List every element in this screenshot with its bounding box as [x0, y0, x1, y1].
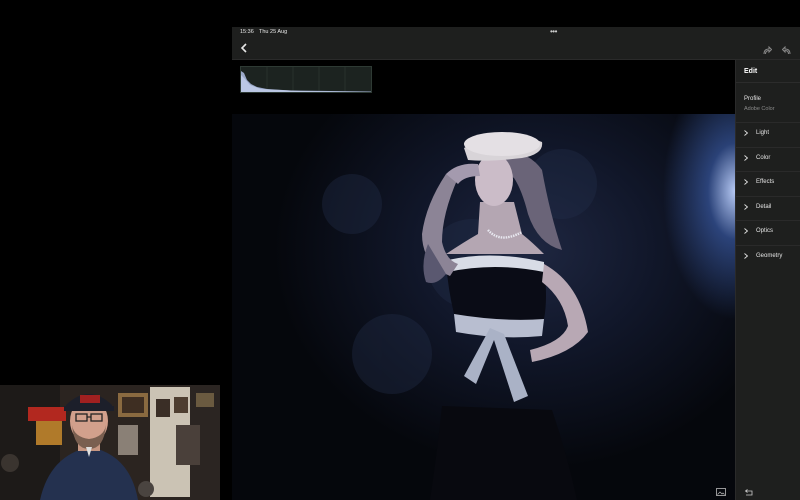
lightroom-app-window: 15:36 Thu 25 Aug ••• Edit Profile Adobe … — [232, 27, 800, 500]
panel-title: Edit — [744, 68, 758, 75]
edit-sections-list: Light Color Effects Detail Optics Geomet… — [736, 122, 800, 269]
section-light[interactable]: Light — [736, 122, 800, 147]
section-label: Light — [756, 130, 770, 136]
section-geometry[interactable]: Geometry — [736, 244, 800, 270]
status-date: Thu 25 Aug — [259, 29, 288, 35]
profile-value[interactable]: Adobe Color — [744, 106, 775, 112]
multitask-dots[interactable]: ••• — [550, 27, 557, 36]
undo-button[interactable] — [781, 43, 792, 55]
ipad-status-bar: 15:36 Thu 25 Aug ••• — [232, 27, 800, 38]
chevron-left-icon — [240, 43, 247, 53]
chevron-right-icon — [744, 203, 748, 210]
portrait-photo-image — [322, 132, 597, 500]
edited-photo[interactable] — [232, 114, 735, 500]
redo-icon — [763, 45, 773, 55]
section-label: Color — [756, 154, 771, 161]
back-button[interactable] — [237, 41, 251, 55]
chevron-right-icon — [744, 228, 748, 234]
section-label: Effects — [756, 179, 775, 185]
section-color[interactable]: Color — [736, 146, 800, 172]
histogram — [240, 66, 372, 93]
redo-button[interactable] — [762, 43, 773, 55]
photo-canvas[interactable] — [232, 60, 735, 500]
panel-divider — [736, 82, 800, 83]
reset-button[interactable] — [744, 484, 754, 496]
section-label: Detail — [756, 203, 772, 210]
histogram-graph — [241, 67, 371, 92]
undo-icon — [781, 45, 791, 55]
chevron-right-icon — [744, 179, 748, 185]
webcam-overlay — [0, 385, 220, 500]
undo-reset-icon — [744, 489, 753, 496]
chevron-right-icon — [744, 154, 748, 161]
loupe-view-button[interactable] — [716, 483, 726, 496]
section-detail[interactable]: Detail — [736, 195, 800, 221]
webcam-feed-image — [0, 385, 220, 500]
image-icon — [716, 488, 726, 496]
chevron-right-icon — [744, 252, 748, 259]
profile-label[interactable]: Profile — [744, 96, 761, 102]
edit-panel: Edit Profile Adobe Color Light Color Eff… — [735, 60, 800, 500]
section-label: Geometry — [756, 252, 783, 259]
top-toolbar — [232, 38, 800, 60]
status-time: 15:36 — [240, 29, 254, 35]
section-optics[interactable]: Optics — [736, 220, 800, 245]
section-effects[interactable]: Effects — [736, 171, 800, 196]
chevron-right-icon — [744, 130, 748, 136]
section-label: Optics — [756, 228, 774, 234]
